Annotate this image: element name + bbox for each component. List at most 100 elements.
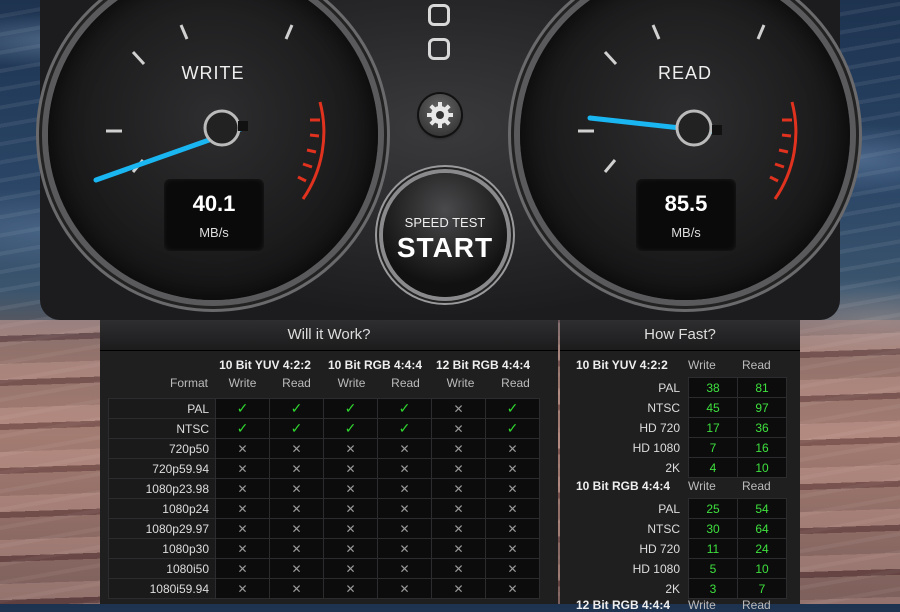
cross-icon: ✕ — [507, 561, 518, 576]
row-label: PAL — [658, 501, 680, 516]
gauge-panel: WRITE 40.1 MB/s READ 85.5 MB/s SPEED TES… — [40, 0, 850, 320]
status-cell: ✕ — [215, 478, 270, 499]
cross-icon: ✕ — [507, 501, 518, 516]
read-value: 54 — [737, 498, 787, 519]
status-cell: ✕ — [215, 438, 270, 459]
status-cell: ✕ — [215, 458, 270, 479]
table-row: 1080p23.98 ✕ ✕ ✕ ✕ ✕ ✕ — [108, 478, 540, 499]
status-cell: ✓ — [323, 398, 378, 419]
table-row: 720p50 ✕ ✕ ✕ ✕ ✕ ✕ — [108, 438, 540, 459]
write-value: 4 — [688, 457, 738, 478]
status-cell: ✕ — [431, 498, 486, 519]
row-label: HD 720 — [639, 420, 680, 435]
status-cell: ✕ — [323, 538, 378, 559]
status-cell: ✓ — [215, 418, 270, 439]
cross-icon: ✕ — [399, 501, 410, 516]
format-cell: PAL — [108, 398, 216, 419]
row-label: HD 720 — [639, 541, 680, 556]
how-fast-panel: How Fast? 10 Bit YUV 4:2:2 Write Read PA… — [560, 320, 800, 612]
status-cell: ✕ — [377, 438, 432, 459]
status-cell: ✕ — [269, 478, 324, 499]
format-cell: 1080p30 — [108, 538, 216, 559]
cross-icon: ✕ — [453, 421, 464, 436]
how-fast-table-yuv422: PAL 38 81 NTSC 45 97 HD 720 17 36 HD 1080 7 16 2K 4 10 — [580, 377, 787, 478]
cross-icon: ✕ — [345, 481, 356, 496]
table-row: 2K 4 10 — [580, 457, 787, 478]
cross-icon: ✕ — [453, 521, 464, 536]
table-row: NTSC 45 97 — [580, 397, 787, 418]
cross-icon: ✕ — [237, 561, 248, 576]
format-cell: NTSC — [108, 418, 216, 439]
table-row: PAL 25 54 — [580, 498, 787, 519]
read-value: 7 — [737, 578, 787, 599]
status-cell: ✓ — [269, 418, 324, 439]
write-gauge-title: WRITE — [181, 63, 245, 83]
table-row: 2K 3 7 — [580, 578, 787, 599]
status-cell: ✕ — [377, 458, 432, 479]
check-icon: ✓ — [506, 400, 519, 416]
cross-icon: ✕ — [453, 561, 464, 576]
check-icon: ✓ — [344, 400, 357, 416]
status-cell: ✕ — [485, 478, 540, 499]
cross-icon: ✕ — [345, 501, 356, 516]
cross-icon: ✕ — [237, 461, 248, 476]
table-row: HD 1080 5 10 — [580, 558, 787, 579]
write-column-header: Write — [228, 376, 257, 390]
row-label: NTSC — [647, 521, 680, 536]
status-cell: ✕ — [269, 578, 324, 599]
status-cell: ✕ — [431, 478, 486, 499]
status-cell: ✕ — [215, 538, 270, 559]
cross-icon: ✕ — [507, 581, 518, 596]
status-cell: ✕ — [215, 558, 270, 579]
cross-icon: ✕ — [345, 581, 356, 596]
cross-icon: ✕ — [399, 561, 410, 576]
write-value: 25 — [688, 498, 738, 519]
cross-icon: ✕ — [291, 461, 302, 476]
cross-icon: ✕ — [399, 461, 410, 476]
status-cell: ✕ — [323, 578, 378, 599]
cross-icon: ✕ — [453, 581, 464, 596]
status-cell: ✕ — [485, 538, 540, 559]
read-column-header: Read — [742, 479, 771, 493]
cross-icon: ✕ — [237, 521, 248, 536]
status-cell: ✕ — [269, 518, 324, 539]
format-cell: 1080p24 — [108, 498, 216, 519]
cross-icon: ✕ — [399, 541, 410, 556]
window-zoom-icon[interactable] — [428, 38, 450, 60]
status-cell: ✕ — [323, 478, 378, 499]
read-speed-unit: MB/s — [671, 225, 701, 240]
table-row: 1080p29.97 ✕ ✕ ✕ ✕ ✕ ✕ — [108, 518, 540, 539]
status-cell: ✕ — [431, 538, 486, 559]
status-cell: ✕ — [269, 438, 324, 459]
check-icon: ✓ — [506, 420, 519, 436]
status-cell: ✕ — [323, 458, 378, 479]
cross-icon: ✕ — [507, 461, 518, 476]
status-cell: ✕ — [431, 458, 486, 479]
status-cell: ✓ — [485, 418, 540, 439]
speed-test-start-button[interactable]: SPEED TEST START — [383, 173, 507, 297]
status-cell: ✕ — [485, 558, 540, 579]
read-value: 81 — [737, 377, 787, 398]
write-value: 38 — [688, 377, 738, 398]
row-label: NTSC — [647, 400, 680, 415]
cross-icon: ✕ — [507, 441, 518, 456]
status-cell: ✕ — [269, 498, 324, 519]
window-minimize-icon[interactable] — [428, 4, 450, 26]
status-cell: ✕ — [377, 578, 432, 599]
status-cell: ✕ — [431, 558, 486, 579]
cross-icon: ✕ — [291, 481, 302, 496]
read-speed-value: 85.5 — [664, 191, 708, 216]
read-readout: 85.5 MB/s — [636, 179, 736, 251]
cross-icon: ✕ — [237, 581, 248, 596]
table-row: HD 1080 7 16 — [580, 437, 787, 458]
cross-icon: ✕ — [453, 461, 464, 476]
write-gauge-dial — [93, 24, 326, 200]
read-value: 64 — [737, 518, 787, 539]
row-label: HD 1080 — [632, 561, 680, 576]
status-cell: ✕ — [323, 558, 378, 579]
settings-button[interactable] — [419, 94, 461, 136]
cross-icon: ✕ — [237, 501, 248, 516]
read-value: 97 — [737, 397, 787, 418]
status-cell: ✕ — [323, 438, 378, 459]
format-cell: 1080p23.98 — [108, 478, 216, 499]
